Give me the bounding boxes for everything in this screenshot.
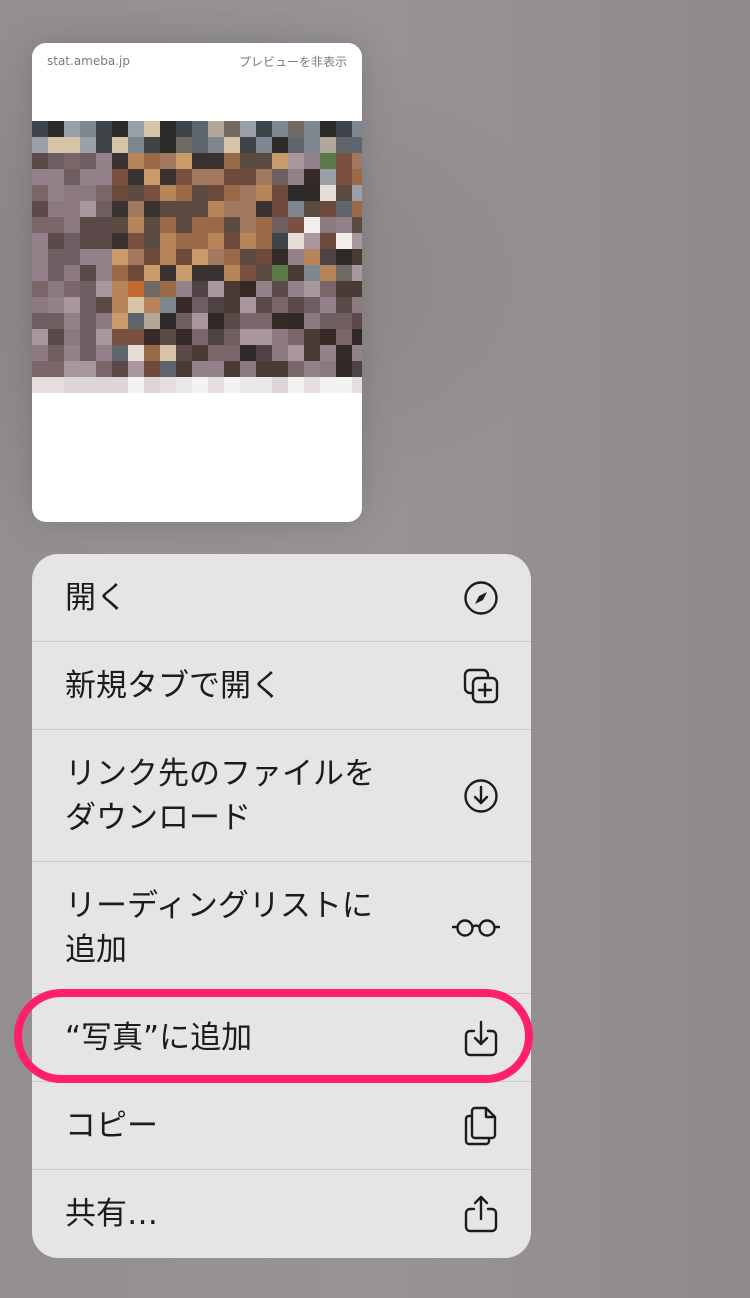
copy-icon bbox=[461, 1106, 501, 1146]
menu-item-copy[interactable]: コピー bbox=[32, 1082, 531, 1170]
compass-icon bbox=[461, 578, 501, 618]
menu-item-download-linked-file[interactable]: リンク先のファイルを ダウンロード bbox=[32, 730, 531, 862]
menu-item-open[interactable]: 開く bbox=[32, 554, 531, 642]
menu-item-label: “写真”に追加 bbox=[65, 1019, 253, 1056]
context-menu: 開く 新規タブで開く リンク先のファイルを ダウンロード リーディングリストに … bbox=[32, 554, 531, 1258]
menu-item-label: 新規タブで開く bbox=[65, 667, 282, 704]
menu-item-label: 開く bbox=[65, 579, 127, 616]
share-icon bbox=[461, 1194, 501, 1234]
new-tab-icon bbox=[461, 666, 501, 706]
menu-item-add-to-photos[interactable]: “写真”に追加 bbox=[32, 994, 531, 1082]
link-preview-card[interactable]: stat.ameba.jp プレビューを非表示 bbox=[32, 43, 362, 522]
menu-item-add-reading-list[interactable]: リーディングリストに 追加 bbox=[32, 862, 531, 994]
menu-item-label: リンク先のファイルを ダウンロード bbox=[65, 755, 375, 836]
menu-item-label: 共有… bbox=[65, 1196, 158, 1232]
save-to-photos-icon bbox=[461, 1018, 501, 1058]
menu-item-share[interactable]: 共有… bbox=[32, 1170, 531, 1258]
menu-item-label: リーディングリストに 追加 bbox=[65, 887, 373, 968]
menu-item-label: コピー bbox=[65, 1107, 158, 1144]
preview-domain: stat.ameba.jp bbox=[47, 54, 130, 68]
preview-image-pixelated bbox=[32, 121, 362, 393]
preview-header: stat.ameba.jp プレビューを非表示 bbox=[32, 43, 362, 79]
glasses-icon bbox=[451, 908, 501, 948]
download-circle-icon bbox=[461, 776, 501, 816]
menu-item-open-new-tab[interactable]: 新規タブで開く bbox=[32, 642, 531, 730]
hide-preview-button[interactable]: プレビューを非表示 bbox=[239, 53, 347, 70]
